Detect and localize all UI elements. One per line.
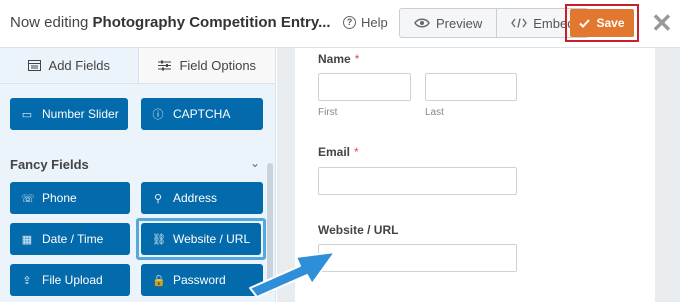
email-required-mark: *: [354, 145, 359, 159]
fancy-fields-heading: Fancy Fields: [10, 157, 89, 172]
date-time-label: Date / Time: [42, 232, 104, 246]
tab-add-fields[interactable]: Add Fields: [0, 48, 138, 83]
captcha-label: CAPTCHA: [173, 107, 231, 121]
save-label: Save: [596, 16, 625, 30]
address-field-button[interactable]: ⚲ Address: [141, 182, 263, 214]
fields-sidebar: Add Fields Field Options ▭ Number Slider…: [0, 48, 276, 302]
page-title: Now editing Photography Competition Entr…: [10, 14, 331, 31]
form-name: Photography Competition Entry...: [92, 14, 331, 31]
link-icon: ⛓: [152, 233, 166, 246]
tab-field-options-label: Field Options: [179, 58, 257, 73]
preview-gutter-right: [655, 48, 680, 302]
top-bar: Now editing Photography Competition Entr…: [0, 0, 680, 48]
slider-icon: ▭: [21, 108, 33, 121]
address-label: Address: [173, 191, 218, 205]
number-slider-label: Number Slider: [42, 107, 119, 121]
lock-icon: 🔒: [152, 274, 166, 287]
help-icon: ?: [343, 16, 356, 29]
question-icon: ⓘ: [152, 109, 164, 121]
first-name-input[interactable]: [318, 73, 411, 101]
captcha-button[interactable]: ⓘ CAPTCHA: [141, 98, 263, 130]
tab-field-options[interactable]: Field Options: [137, 48, 275, 83]
check-icon: [579, 18, 591, 28]
name-label-text: Name: [318, 52, 351, 66]
preview-label: Preview: [436, 15, 483, 31]
website-url-label: Website / URL: [173, 232, 251, 246]
sidebar-tabs: Add Fields Field Options: [0, 48, 275, 84]
preview-button[interactable]: Preview: [400, 9, 496, 37]
website-url-field-label: Website / URL: [318, 223, 399, 237]
preview-embed-group: Preview Embed: [399, 8, 590, 38]
file-upload-field-button[interactable]: ⇪ File Upload: [10, 264, 130, 296]
phone-label: Phone: [42, 191, 77, 205]
name-required-mark: *: [354, 52, 360, 66]
help-label: Help: [361, 15, 388, 30]
last-sublabel: Last: [425, 107, 444, 118]
number-slider-button[interactable]: ▭ Number Slider: [10, 98, 128, 130]
eye-icon: [414, 18, 430, 28]
first-sublabel: First: [318, 107, 338, 118]
date-time-field-button[interactable]: ▦ Date / Time: [10, 223, 130, 255]
email-input[interactable]: [318, 167, 517, 195]
email-label-text: Email: [318, 145, 351, 159]
chevron-down-icon[interactable]: ⌄: [250, 156, 260, 170]
save-highlight: Save: [565, 4, 639, 42]
password-label: Password: [173, 273, 226, 287]
email-field-label: Email *: [318, 145, 359, 159]
tab-add-fields-label: Add Fields: [48, 58, 110, 73]
list-icon: [27, 60, 41, 71]
file-upload-label: File Upload: [42, 273, 103, 287]
calendar-icon: ▦: [21, 233, 33, 246]
last-name-input[interactable]: [425, 73, 517, 101]
name-field-label: Name *: [318, 52, 359, 66]
title-prefix: Now editing: [10, 14, 93, 31]
upload-icon: ⇪: [22, 274, 32, 287]
help-button[interactable]: ? Help: [343, 15, 388, 30]
code-icon: [511, 18, 528, 28]
sliders-icon: [158, 60, 172, 71]
save-button[interactable]: Save: [570, 9, 634, 37]
map-pin-icon: ⚲: [153, 192, 163, 205]
pointer-arrow-icon: [249, 251, 336, 298]
phone-icon: ☏: [21, 192, 35, 205]
phone-field-button[interactable]: ☏ Phone: [10, 182, 130, 214]
close-icon[interactable]: ✕: [651, 8, 673, 38]
